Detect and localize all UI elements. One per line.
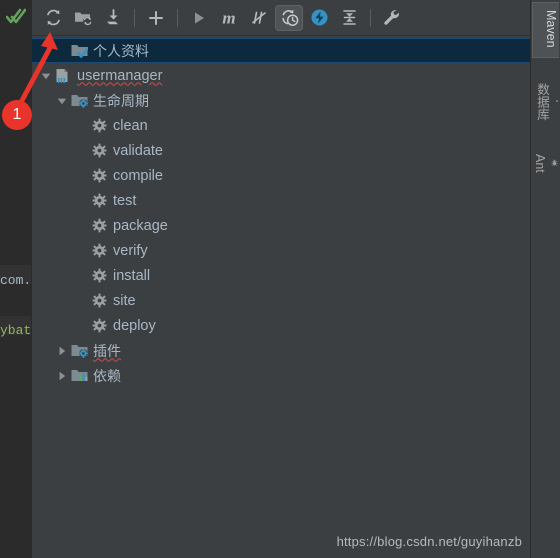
tree-row-plugins[interactable]: 插件	[32, 338, 530, 363]
svg-text:m: m	[222, 8, 235, 27]
play-icon	[195, 12, 204, 23]
tree-row-label: 依赖	[93, 367, 121, 384]
tool-tab-ant-label: Ant	[533, 154, 547, 173]
tree-row-usermanager[interactable]: m usermanager	[32, 63, 530, 88]
tree-row-label: validate	[113, 142, 163, 159]
maven-settings-button[interactable]	[378, 5, 406, 31]
execute-maven-goal-button[interactable]: m	[215, 5, 243, 31]
tool-tab-database-label: 数据库	[535, 82, 549, 121]
toolbar-separator	[370, 8, 371, 27]
tree-row-site[interactable]: site	[32, 288, 530, 313]
plus-icon	[149, 10, 163, 25]
maven-projects-tree[interactable]: 个人资料 m usermanager 生命周期 clean validate c…	[32, 36, 530, 558]
tool-tab-maven-label: Maven	[544, 10, 558, 48]
editor-sliver: com. ybat	[0, 0, 32, 558]
chevron-down-icon[interactable]	[54, 93, 70, 109]
goal-gear-icon	[90, 243, 108, 259]
tree-row-label: site	[113, 292, 136, 309]
tree-row-clean[interactable]: clean	[32, 113, 530, 138]
folder-refresh-icon	[75, 12, 92, 26]
chevron-right-icon[interactable]	[54, 368, 70, 384]
goal-gear-icon	[90, 318, 108, 334]
maven-module-icon: m	[54, 68, 72, 84]
goal-gear-icon	[90, 168, 108, 184]
database-icon	[556, 100, 558, 103]
svg-text:m: m	[57, 74, 66, 84]
run-maven-build-button[interactable]	[185, 5, 213, 31]
goal-gear-icon	[90, 268, 108, 284]
tree-row-dependencies[interactable]: 依赖	[32, 363, 530, 388]
folder-check-icon	[70, 43, 88, 59]
tree-row-install[interactable]: install	[32, 263, 530, 288]
folder-gear-icon	[70, 343, 88, 359]
tree-row-label: clean	[113, 117, 148, 134]
idea-maven-tool-window: com. ybat m 个人资料 m usermanager 生命周期 clea…	[0, 0, 560, 558]
tree-row-label: test	[113, 192, 137, 209]
tree-row-label: 生命周期	[93, 92, 149, 109]
offline-mode-icon	[281, 9, 298, 26]
toggle-skip-tests-button[interactable]	[245, 5, 273, 31]
refresh-icon	[46, 9, 60, 26]
tool-tab-maven[interactable]: Maven	[532, 2, 559, 58]
tree-row-label: install	[113, 267, 151, 284]
tool-tab-database[interactable]: 数据库	[532, 76, 559, 130]
right-tool-bar: Maven 数据库 Ant	[530, 0, 560, 558]
skip-tests-icon	[252, 11, 266, 24]
folder-bars-icon	[70, 368, 88, 384]
tree-row-label: 个人资料	[93, 42, 149, 59]
goal-gear-icon	[90, 143, 108, 159]
tree-row-profiles[interactable]: 个人资料	[32, 38, 530, 63]
tree-row-validate[interactable]: validate	[32, 138, 530, 163]
lightning-icon	[311, 9, 327, 26]
wrench-icon	[384, 9, 399, 25]
reimport-all-maven-projects-button[interactable]	[39, 5, 67, 31]
tree-row-label: usermanager	[77, 67, 163, 84]
folder-gear-icon	[70, 93, 88, 109]
tool-tab-ant[interactable]: Ant	[532, 147, 559, 182]
tree-row-label: verify	[113, 242, 148, 259]
watermark-url: https://blog.csdn.net/guyihanzb	[336, 534, 522, 549]
toggle-offline-mode-button[interactable]	[275, 4, 303, 31]
toolbar-separator	[134, 8, 135, 27]
toolbar-separator	[177, 8, 178, 27]
goal-gear-icon	[90, 193, 108, 209]
bug-icon	[551, 159, 558, 167]
tree-row-compile[interactable]: compile	[32, 163, 530, 188]
m-icon: m	[222, 8, 235, 27]
collapse-all-button[interactable]	[335, 5, 363, 31]
tree-row-label: 插件	[93, 342, 121, 359]
code-fragment-1: com.	[0, 273, 32, 288]
add-maven-project-button[interactable]	[142, 5, 170, 31]
goal-gear-icon	[90, 218, 108, 234]
goal-gear-icon	[90, 293, 108, 309]
chevron-down-icon[interactable]	[38, 68, 54, 84]
annotation-badge-1: 1	[2, 100, 32, 130]
tree-row-test[interactable]: test	[32, 188, 530, 213]
tree-row-label: compile	[113, 167, 163, 184]
generate-sources-button[interactable]	[69, 5, 97, 31]
maven-toolbar: m	[32, 0, 530, 36]
collapse-all-icon	[342, 10, 356, 25]
download-icon	[106, 9, 118, 25]
tree-row-label: deploy	[113, 317, 156, 334]
download-sources-button[interactable]	[99, 5, 127, 31]
tree-row-package[interactable]: package	[32, 213, 530, 238]
maven-panel: m 个人资料 m usermanager 生命周期 clean validate…	[32, 0, 530, 558]
double-check-icon	[6, 8, 26, 24]
chevron-right-icon[interactable]	[54, 343, 70, 359]
tree-row-deploy[interactable]: deploy	[32, 313, 530, 338]
goal-gear-icon	[90, 118, 108, 134]
tree-row-verify[interactable]: verify	[32, 238, 530, 263]
code-fragment-2: ybat	[0, 323, 32, 338]
show-dependencies-button[interactable]	[305, 5, 333, 31]
tree-row-label: package	[113, 217, 168, 234]
tree-row-lifecycle[interactable]: 生命周期	[32, 88, 530, 113]
